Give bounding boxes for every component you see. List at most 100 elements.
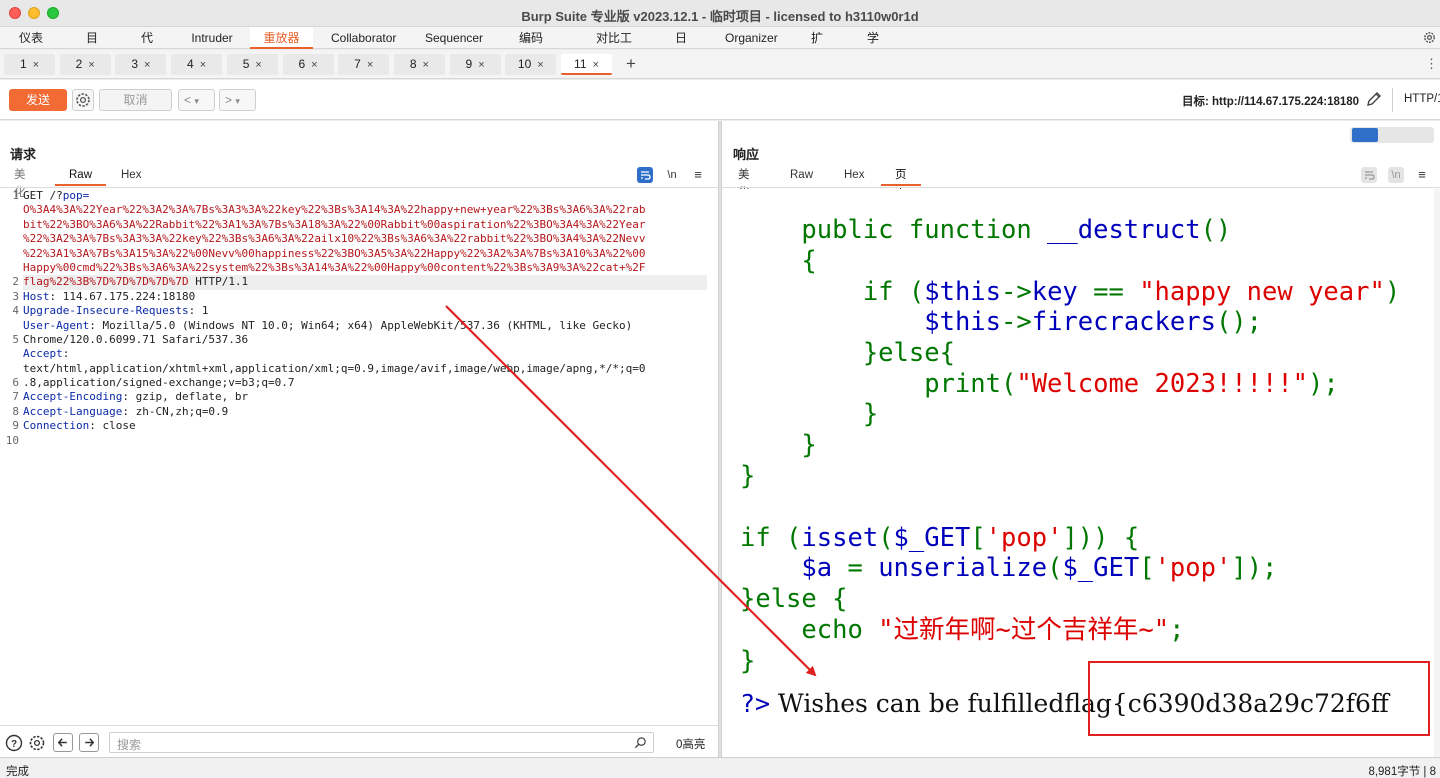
request-line: Accept: bbox=[23, 347, 707, 361]
help-icon[interactable]: ? bbox=[5, 734, 23, 752]
request-token: Connection bbox=[23, 419, 90, 433]
line-number: 10 bbox=[5, 433, 19, 447]
repeater-tab-2[interactable]: 2 × bbox=[59, 54, 111, 75]
close-icon[interactable]: × bbox=[200, 59, 206, 71]
repeater-tab-label: 6 bbox=[298, 57, 306, 71]
rendered-page[interactable]: public function __destruct() { if ($this… bbox=[722, 189, 1434, 757]
repeater-tab-1[interactable]: 1 × bbox=[4, 54, 55, 75]
request-editor[interactable]: 1 2 3 4 5 6 7 8 9 10 GET /?pop= O%3A4%3A%22Year%22… bbox=[0, 189, 718, 723]
php-line: } bbox=[740, 399, 878, 429]
close-icon[interactable]: × bbox=[367, 59, 373, 71]
request-line bbox=[23, 448, 707, 462]
php-token: $_GET bbox=[893, 523, 971, 553]
close-icon[interactable]: × bbox=[423, 59, 429, 71]
highlight-count: 0高亮 bbox=[676, 739, 706, 751]
tab-pretty[interactable]: 美化 bbox=[726, 166, 762, 199]
send-settings-button[interactable] bbox=[72, 89, 94, 111]
layout-icon[interactable] bbox=[1352, 128, 1378, 142]
request-token: Chrome/120.0.6099.71 Safari/537.36 bbox=[23, 332, 249, 346]
layout-toggle[interactable] bbox=[1350, 127, 1434, 143]
php-token: unserialize bbox=[878, 553, 1048, 583]
wrap-icon bbox=[641, 171, 651, 180]
menu-tab-2[interactable]: 代理 bbox=[136, 27, 158, 67]
request-token: Accept-Encoding bbox=[23, 390, 123, 404]
menu-tab-12[interactable]: 学习 bbox=[862, 27, 884, 67]
wrap-icon bbox=[1365, 171, 1375, 180]
newline-toggle-button[interactable]: \n bbox=[664, 167, 680, 183]
layout-icon[interactable] bbox=[1379, 128, 1405, 142]
request-raw-text[interactable]: GET /?pop= O%3A4%3A%22Year%22%3A2%3A%7Bs%… bbox=[23, 189, 707, 462]
repeater-tab-10[interactable]: 10 × bbox=[505, 54, 557, 75]
menu-icon[interactable]: ≡ bbox=[690, 167, 706, 183]
cancel-button[interactable]: 取消 bbox=[99, 89, 172, 111]
menu-tab-11[interactable]: 扩展 bbox=[806, 27, 828, 67]
repeater-tab-4[interactable]: 4 × bbox=[171, 54, 223, 75]
tab-render[interactable]: 页面渲染 bbox=[881, 166, 921, 235]
repeater-tab-7[interactable]: 7 × bbox=[338, 54, 390, 75]
close-icon[interactable]: × bbox=[311, 59, 317, 71]
close-icon[interactable]: × bbox=[144, 59, 150, 71]
menu-icon[interactable]: ≡ bbox=[1414, 167, 1430, 183]
close-icon[interactable]: × bbox=[537, 59, 543, 71]
repeater-tab-3[interactable]: 3 × bbox=[115, 54, 167, 75]
line-number bbox=[0, 347, 19, 361]
request-token: GET /? bbox=[23, 189, 63, 202]
menu-tab-6[interactable]: Sequencer bbox=[425, 27, 483, 49]
repeater-toolbar: 发送 取消 < ▾ > ▾ 目标: http://114.67.175.224:… bbox=[0, 80, 1440, 120]
http-version-selector[interactable]: HTTP/1 bbox=[1404, 93, 1440, 105]
next-match-button[interactable] bbox=[79, 733, 99, 752]
menu-tab-3[interactable]: Intruder bbox=[191, 27, 233, 49]
php-token: -> bbox=[1001, 277, 1032, 307]
menu-tab-0[interactable]: 仪表盘 bbox=[14, 27, 48, 67]
tab-raw[interactable]: Raw bbox=[778, 166, 825, 186]
menu-tab-4[interactable]: 重放器 bbox=[250, 27, 313, 49]
php-line: print("Welcome 2023!!!!!"); bbox=[740, 369, 1339, 399]
response-scrollbar[interactable] bbox=[1434, 189, 1440, 757]
add-tab-button[interactable]: + bbox=[626, 54, 636, 74]
gear-icon[interactable] bbox=[28, 734, 46, 752]
close-icon[interactable]: × bbox=[593, 59, 599, 71]
repeater-tab-9[interactable]: 9 × bbox=[449, 54, 501, 75]
request-token: : zh-CN,zh;q=0.9 bbox=[122, 404, 229, 418]
arrow-left-icon bbox=[57, 738, 67, 747]
gear-icon[interactable] bbox=[1422, 30, 1437, 45]
wrap-toggle-button[interactable] bbox=[637, 167, 653, 183]
request-line: bit%22%3BO%3A6%3A%22Rabbit%22%3A1%3A%7Bs… bbox=[23, 218, 707, 232]
php-token bbox=[740, 307, 924, 337]
php-token: () bbox=[1200, 215, 1232, 245]
menu-tab-5[interactable]: Collaborator bbox=[331, 27, 396, 49]
request-token: : close bbox=[89, 419, 136, 433]
close-icon[interactable]: × bbox=[33, 59, 39, 71]
menu-tab-9[interactable]: 日志 bbox=[670, 27, 692, 67]
request-line: .8,application/signed-exchange;v=b3;q=0.… bbox=[23, 376, 707, 390]
tab-hex[interactable]: Hex bbox=[832, 166, 876, 186]
newline-toggle-button[interactable]: \n bbox=[1388, 167, 1404, 183]
pencil-icon[interactable] bbox=[1365, 90, 1383, 108]
tab-hex[interactable]: Hex bbox=[109, 166, 153, 186]
tab-pretty[interactable]: 美化 bbox=[2, 166, 38, 199]
menu-tab-8[interactable]: 对比工具 bbox=[591, 27, 637, 67]
previous-match-button[interactable] bbox=[53, 733, 73, 752]
layout-icon[interactable] bbox=[1406, 128, 1432, 142]
request-search-bar: ? 搜索 0高亮 bbox=[0, 725, 718, 757]
menu-tab-7[interactable]: 编码工具 bbox=[514, 27, 548, 67]
wrap-toggle-button[interactable] bbox=[1361, 167, 1377, 183]
repeater-tab-5[interactable]: 5 × bbox=[226, 54, 278, 75]
repeater-tab-8[interactable]: 8 × bbox=[393, 54, 445, 75]
tab-raw[interactable]: Raw bbox=[55, 166, 107, 186]
send-button[interactable]: 发送 bbox=[9, 89, 67, 111]
menu-tab-1[interactable]: 目标 bbox=[81, 27, 103, 67]
menu-tab-10[interactable]: Organizer bbox=[725, 27, 778, 49]
search-input[interactable]: 搜索 bbox=[109, 732, 654, 753]
tab-overflow-button[interactable]: ⋮ bbox=[1425, 56, 1438, 72]
close-icon[interactable]: × bbox=[255, 59, 261, 71]
php-token: if ( bbox=[740, 277, 925, 307]
close-icon[interactable]: × bbox=[88, 59, 94, 71]
response-panel: 响应 美化 Raw Hex 页面渲染 \n ≡ public function … bbox=[722, 121, 1440, 757]
dropdown-icon: ▾ bbox=[235, 96, 240, 106]
back-button[interactable]: < ▾ bbox=[178, 89, 215, 111]
forward-button[interactable]: > ▾ bbox=[219, 89, 256, 111]
repeater-tab-6[interactable]: 6 × bbox=[282, 54, 334, 75]
repeater-tab-11[interactable]: 11 × bbox=[561, 54, 612, 75]
close-icon[interactable]: × bbox=[478, 59, 484, 71]
